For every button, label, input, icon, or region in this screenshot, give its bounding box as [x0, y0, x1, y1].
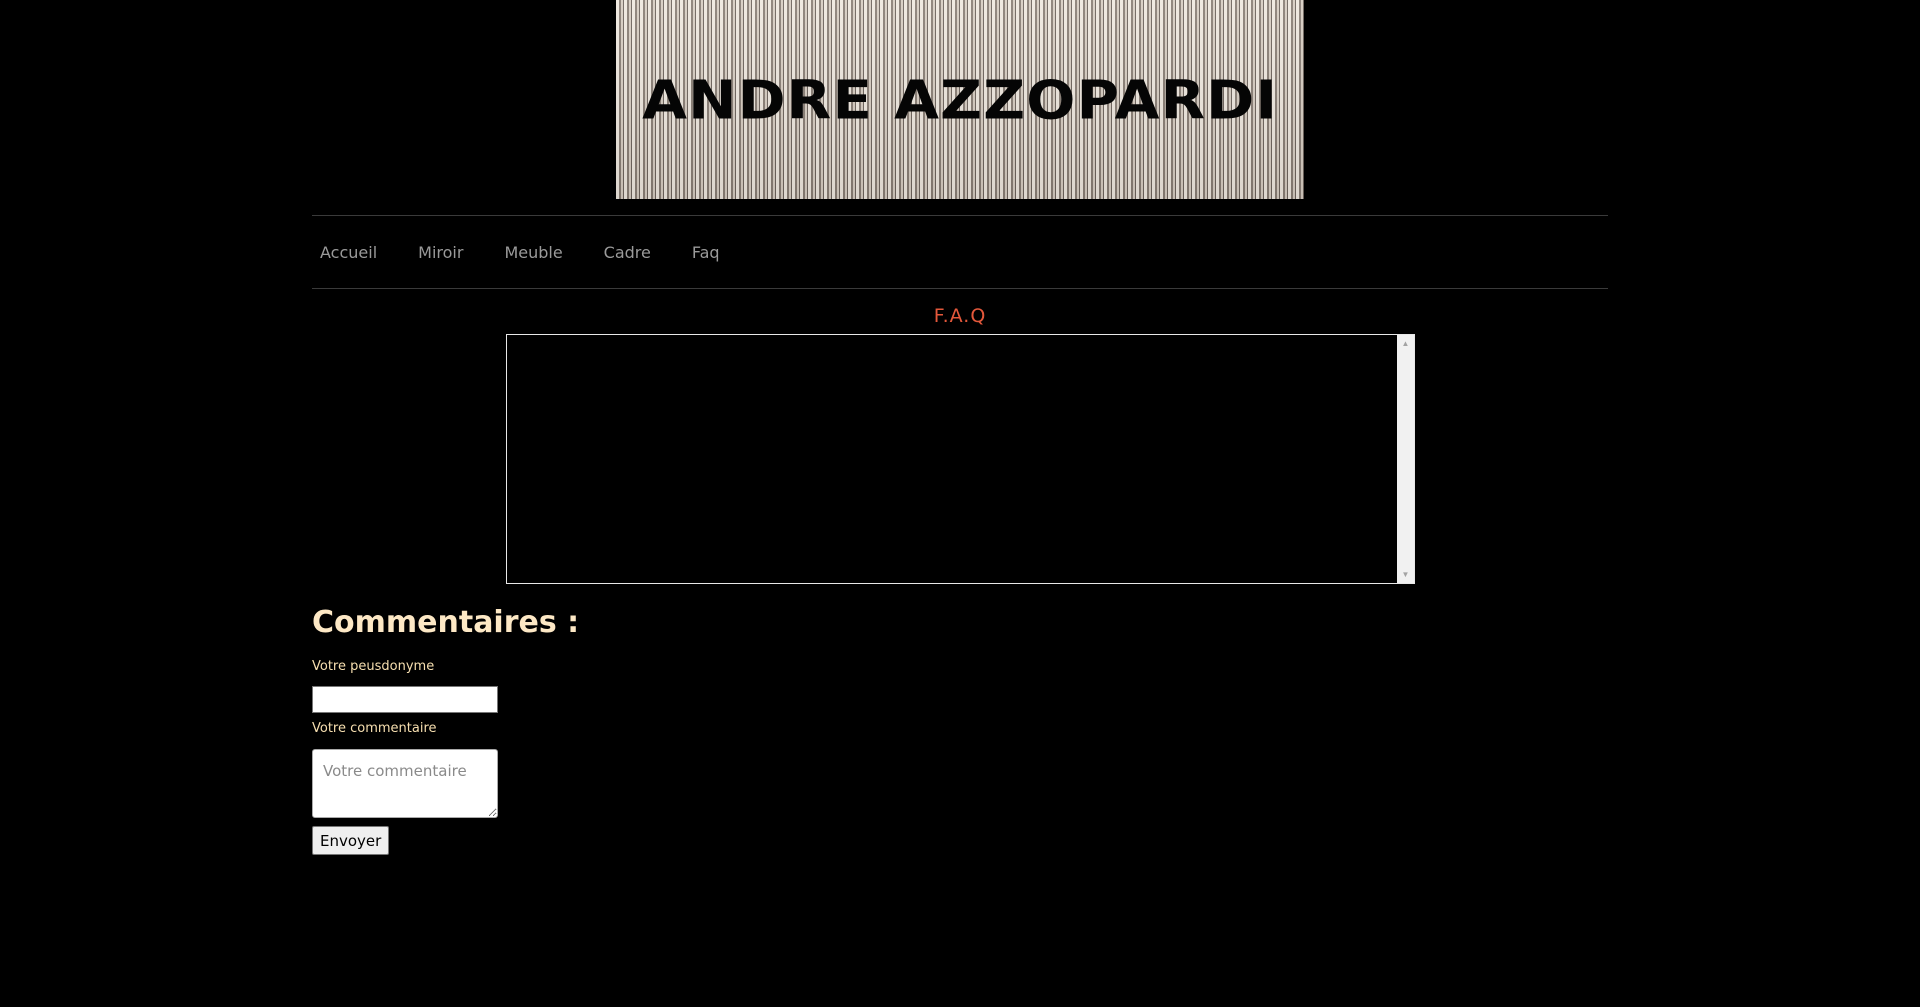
faq-title: F.A.Q [933, 305, 987, 327]
send-button[interactable]: Envoyer [312, 826, 390, 855]
faq-frame[interactable]: ▲ ▼ [506, 334, 1415, 584]
nav-item-miroir[interactable]: Miroir [418, 243, 463, 262]
main-nav: Accueil Miroir Meuble Cadre Faq [312, 215, 1608, 289]
nav-item-accueil[interactable]: Accueil [320, 243, 377, 262]
site-banner: ANDRE AZZOPARDI [616, 0, 1304, 199]
nav-item-cadre[interactable]: Cadre [604, 243, 651, 262]
comment-label: Votre commentaire [312, 721, 437, 736]
scroll-up-arrow-icon[interactable]: ▲ [1397, 335, 1414, 352]
nav-item-faq[interactable]: Faq [692, 243, 720, 262]
comment-textarea[interactable] [312, 749, 498, 818]
scroll-down-arrow-icon[interactable]: ▼ [1397, 566, 1414, 583]
pseudo-label: Votre peusdonyme [312, 659, 435, 674]
nav-item-meuble[interactable]: Meuble [504, 243, 562, 262]
banner-title: ANDRE AZZOPARDI [642, 68, 1278, 131]
faq-scrollbar[interactable]: ▲ ▼ [1397, 335, 1414, 583]
comments-heading: Commentaires : [312, 605, 580, 640]
page: ANDRE AZZOPARDI Accueil Miroir Meuble Ca… [0, 0, 1920, 1007]
pseudo-input[interactable] [312, 686, 498, 713]
